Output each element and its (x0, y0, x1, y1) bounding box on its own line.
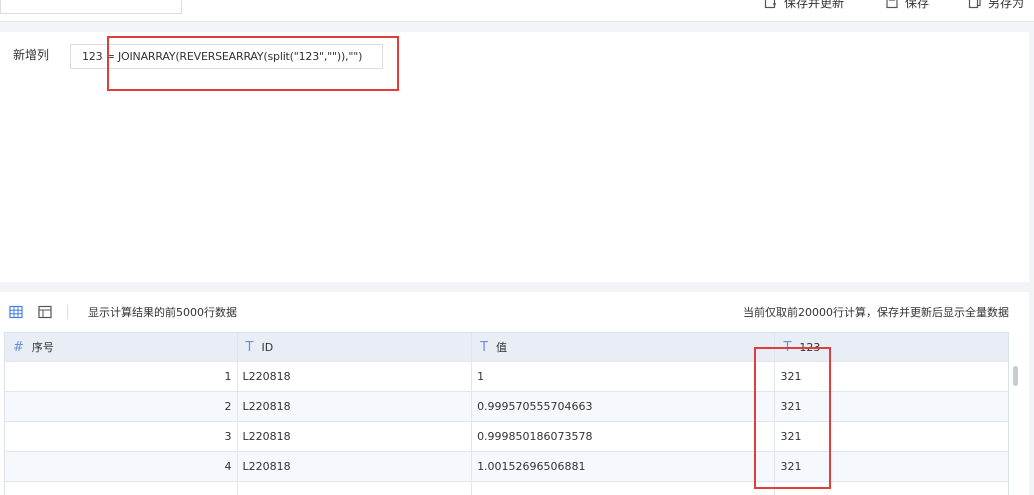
number-type-icon: # (13, 339, 24, 355)
cell-seq (5, 482, 238, 495)
formula-editor[interactable]: 123 = JOINARRAY(REVERSEARRAY(split("123"… (70, 44, 383, 69)
formula-panel: 新增列 123 = JOINARRAY(REVERSEARRAY(split("… (0, 32, 1029, 282)
cell-seq: 3 (5, 422, 238, 451)
column-header-label: 序号 (31, 341, 54, 354)
cell-id: L220818 (238, 452, 473, 481)
text-type-icon: T (480, 339, 489, 355)
name-input[interactable] (0, 0, 182, 14)
text-type-icon: T (245, 339, 254, 355)
cell-result: 321 (780, 370, 802, 383)
cell-seq: 4 (5, 452, 238, 481)
cell-id: L220818 (238, 362, 473, 391)
cell-result: 321 (780, 460, 802, 473)
cell-value: 0.999850186073578 (472, 422, 776, 451)
table-row[interactable]: 3 L220818 0.999850186073578 321 (5, 422, 1008, 452)
column-header-id[interactable]: T ID (238, 333, 473, 361)
column-header-label: 123 (799, 340, 821, 354)
save-update-icon (764, 0, 776, 9)
preview-note: 显示计算结果的前5000行数据 (88, 306, 237, 319)
preview-panel: 显示计算结果的前5000行数据 当前仅取前20000行计算，保存并更新后显示全量… (0, 292, 1029, 495)
column-header-label: ID (261, 340, 274, 354)
save-label: 保存 (905, 0, 930, 10)
table-view-icon[interactable] (9, 305, 23, 319)
column-header-seq[interactable]: # 序号 (5, 333, 238, 361)
cell-id: L220818 (238, 392, 473, 421)
grid-header: # 序号 T ID T 值 T 123 (5, 333, 1008, 362)
cell-result: 321 (780, 430, 802, 443)
save-button[interactable]: 保存 (885, 0, 929, 10)
cell-value: 0.999570555704663 (472, 392, 776, 421)
preview-limit-note: 当前仅取前20000行计算，保存并更新后显示全量数据 (743, 306, 1009, 319)
save-and-update-button[interactable]: 保存并更新 (764, 0, 844, 10)
grid-scrollbar[interactable] (1013, 366, 1018, 386)
data-grid: # 序号 T ID T 值 T 123 1 L220818 1 321 2 L2… (4, 332, 1009, 495)
cell-id (238, 482, 473, 495)
save-as-button[interactable]: 另存为 (968, 0, 1024, 10)
column-header-value[interactable]: T 值 (472, 333, 776, 361)
cell-result: 321 (780, 400, 802, 413)
table-row[interactable]: 1 L220818 1 321 (5, 362, 1008, 392)
cell-id: L220818 (238, 422, 473, 451)
cell-value: 1 (472, 362, 776, 391)
cell-seq: 1 (5, 362, 238, 391)
save-as-label: 另存为 (988, 0, 1025, 10)
save-and-update-label: 保存并更新 (784, 0, 845, 10)
table-row[interactable] (5, 482, 1008, 495)
cell-result (775, 482, 1008, 495)
table-row[interactable]: 2 L220818 0.999570555704663 321 (5, 392, 1008, 422)
table-row[interactable]: 4 L220818 1.00152696506881 321 (5, 452, 1008, 482)
panel-view-icon[interactable] (38, 305, 52, 319)
new-column-label: 新增列 (13, 48, 50, 62)
save-icon (886, 0, 898, 9)
column-header-123[interactable]: T 123 (775, 333, 1008, 361)
column-header-label: 值 (496, 341, 508, 354)
cell-seq: 2 (5, 392, 238, 421)
cell-value (472, 482, 776, 495)
toolbar-divider (67, 305, 68, 319)
copy-icon (968, 0, 981, 9)
cell-value: 1.00152696506881 (472, 452, 776, 481)
top-toolbar: 保存并更新 保存 另存为 (0, 0, 1034, 22)
text-type-icon: T (783, 339, 792, 355)
